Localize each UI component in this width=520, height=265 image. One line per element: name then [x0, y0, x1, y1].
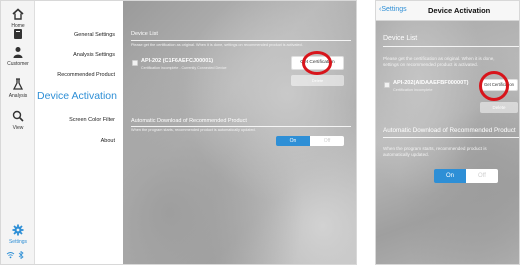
- auto-download-title: Automatic Download of Recommended Produc…: [383, 127, 516, 134]
- toggle-on-option[interactable]: On: [434, 169, 466, 183]
- menu-item-screen-color-filter[interactable]: Screen Color Filter: [69, 117, 115, 123]
- menu-item-device-activation[interactable]: Device Activation: [37, 90, 117, 102]
- page-title: Device Activation: [428, 6, 491, 15]
- rail-item-analysis[interactable]: Analysis: [1, 77, 35, 99]
- auto-download-note: When the program starts, recommended pro…: [131, 128, 256, 132]
- navigation-bar: ‹Settings Device Activation: [376, 1, 519, 21]
- wifi-icon: [6, 252, 15, 259]
- device-activation-panel: Device List Please get the certification…: [123, 1, 356, 264]
- menu-item-analysis-settings[interactable]: Analysis Settings: [73, 52, 115, 58]
- highlight-circle: [302, 51, 332, 75]
- gear-icon: [12, 224, 24, 236]
- analysis-settings-icon: [14, 29, 22, 39]
- person-icon: [13, 47, 23, 58]
- section-divider: [131, 40, 351, 41]
- delete-button[interactable]: Delete: [291, 75, 344, 86]
- back-label: Settings: [381, 6, 407, 13]
- home-icon: [12, 8, 24, 20]
- section-divider: [383, 137, 519, 138]
- section-divider: [383, 46, 519, 47]
- device-name: API-202 (C1F6AEFCJ00001): [141, 58, 214, 64]
- auto-download-toggle[interactable]: On Off: [276, 136, 344, 146]
- auto-download-title: Automatic Download of Recommended Produc…: [131, 118, 247, 124]
- rail-item-view[interactable]: View: [1, 109, 35, 131]
- rail-item-customer[interactable]: Customer: [1, 45, 35, 67]
- menu-item-about[interactable]: About: [101, 138, 115, 144]
- phone-screenshot: ‹Settings Device Activation Device List …: [375, 0, 520, 265]
- menu-item-recommended-product[interactable]: Recommended Product: [57, 72, 115, 78]
- tablet-screenshot: Home Customer Analysis View Settings Gen…: [0, 0, 357, 265]
- section-divider: [131, 126, 351, 127]
- auto-download-note: When the program starts, recommended pro…: [383, 146, 487, 158]
- rail-item-home[interactable]: Home: [1, 7, 35, 29]
- bluetooth-icon: [18, 251, 24, 259]
- device-checkbox[interactable]: [384, 82, 390, 88]
- toggle-off-option[interactable]: Off: [310, 136, 344, 146]
- rail-item-analysis-settings[interactable]: [1, 27, 35, 41]
- rail-item-settings[interactable]: Settings: [1, 223, 35, 245]
- settings-menu: General Settings Analysis Settings Recom…: [35, 1, 123, 264]
- flask-icon: [12, 78, 24, 90]
- device-status: Certification incomplete: [393, 88, 433, 92]
- back-button[interactable]: ‹Settings: [379, 6, 407, 13]
- device-checkbox[interactable]: [132, 60, 138, 66]
- rail-label: Settings: [8, 239, 28, 245]
- rail-label: View: [12, 125, 24, 131]
- magnifier-icon: [12, 110, 24, 122]
- device-status: Certification incomplete - Currently Con…: [141, 66, 227, 70]
- device-name: API-202(AIDAAEFBF00000T): [393, 80, 469, 86]
- toggle-on-option[interactable]: On: [276, 136, 310, 146]
- sidebar-rail: Home Customer Analysis View Settings: [1, 1, 35, 264]
- menu-item-general-settings[interactable]: General Settings: [74, 32, 115, 38]
- toggle-off-option[interactable]: Off: [466, 169, 498, 183]
- highlight-circle: [479, 71, 509, 101]
- delete-button[interactable]: Delete: [480, 102, 518, 113]
- rail-label: Customer: [7, 61, 29, 67]
- rail-label: Analysis: [8, 93, 28, 99]
- device-list-title: Device List: [131, 31, 158, 37]
- device-list-note: Please get the certification as original…: [131, 43, 303, 47]
- auto-download-toggle[interactable]: On Off: [434, 169, 498, 183]
- device-list-title: Device List: [383, 35, 418, 42]
- device-list-note: Please get the certification as original…: [383, 56, 495, 68]
